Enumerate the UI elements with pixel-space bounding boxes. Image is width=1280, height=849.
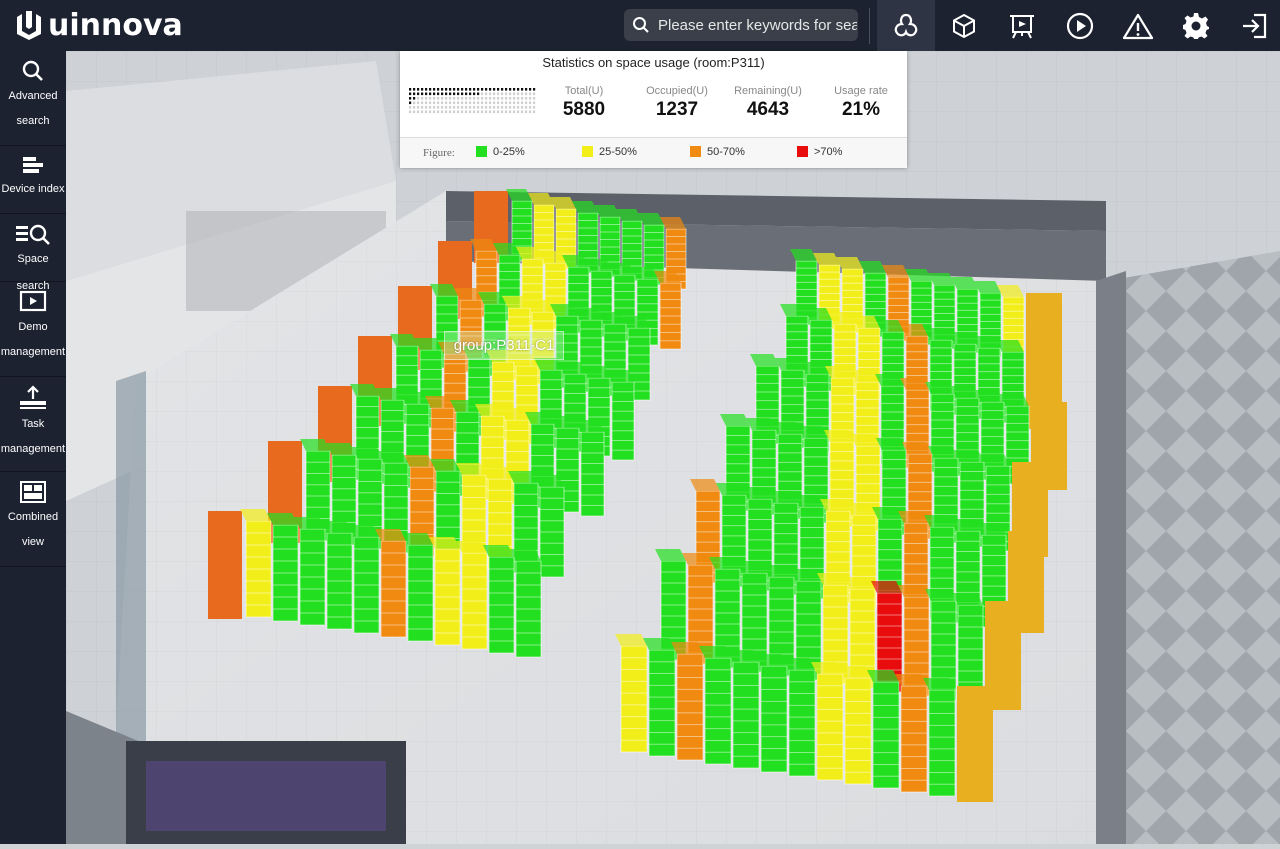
sidebar-item-space-search[interactable]: Space search	[0, 214, 66, 292]
legend-item: 25-50%	[582, 146, 637, 158]
usage-legend: Figure: 0-25% 25-50% 50-70% >70%	[400, 137, 907, 168]
brand-name: uinnova	[48, 7, 183, 43]
stat-label: Total(U)	[564, 85, 604, 97]
stat-remaining: Remaining(U) 4643	[723, 85, 813, 121]
index-icon	[23, 157, 43, 173]
space-search-icon	[16, 224, 50, 245]
legend-swatch	[797, 146, 808, 157]
sidebar-item-label: Advanced	[8, 90, 58, 102]
space-usage-panel: Statistics on space usage (room:P311) To…	[400, 51, 907, 168]
legend-item: 0-25%	[476, 146, 525, 158]
legend-swatch	[476, 146, 487, 157]
logout-icon	[1243, 13, 1267, 38]
stat-occupied: Occupied(U) 1237	[632, 85, 722, 121]
sidebar-item-label: Combined	[7, 511, 59, 523]
legend-label: 50-70%	[707, 146, 745, 158]
search-input[interactable]	[656, 15, 858, 35]
presentation-button[interactable]	[993, 0, 1051, 51]
sidebar-item-label: Task	[21, 418, 45, 430]
stat-usage-rate: Usage rate 21%	[816, 85, 906, 121]
legend-label: 0-25%	[493, 146, 525, 158]
cluster-icon	[894, 13, 918, 36]
top-bar: uinnova	[0, 0, 1280, 51]
stat-total: Total(U) 5880	[539, 85, 629, 121]
sidebar: Advanced search Device index Space searc…	[0, 51, 66, 844]
stat-label: Occupied(U)	[646, 85, 708, 97]
demo-icon	[19, 290, 47, 312]
logo[interactable]: uinnova	[14, 7, 183, 43]
sidebar-item-label: view	[21, 536, 44, 548]
search-box[interactable]	[624, 9, 858, 41]
stat-value: 5880	[562, 99, 606, 120]
sidebar-item-demo-management[interactable]: Demo management	[0, 282, 66, 377]
sidebar-item-device-index[interactable]: Device index	[0, 146, 66, 214]
legend-swatch	[582, 146, 593, 157]
stat-value: 1237	[655, 99, 699, 120]
sidebar-item-label: Demo	[18, 321, 48, 333]
sidebar-item-combined-view[interactable]: Combined view	[0, 472, 66, 567]
sidebar-item-label: search	[16, 115, 50, 127]
group-label: group:P311-C1	[444, 331, 564, 360]
legend-label: >70%	[814, 146, 843, 158]
play-icon	[1066, 12, 1094, 39]
cabinet-end	[208, 511, 242, 619]
cabinet-end	[957, 686, 993, 802]
sidebar-item-label: Device index	[1, 183, 65, 195]
gear-icon	[1183, 12, 1209, 39]
task-icon	[20, 385, 46, 409]
presentation-icon	[1010, 14, 1034, 38]
legend-swatch	[690, 146, 701, 157]
logo-icon	[17, 11, 41, 40]
play-button[interactable]	[1051, 0, 1109, 51]
sidebar-item-advanced-search[interactable]: Advanced search	[0, 51, 66, 146]
sidebar-item-label: management	[0, 443, 66, 455]
legend-item: >70%	[797, 146, 842, 158]
stat-label: Remaining(U)	[734, 85, 802, 97]
logout-button[interactable]	[1225, 0, 1280, 51]
panel-title: Statistics on space usage (room:P311)	[542, 55, 765, 70]
search-icon	[633, 17, 649, 33]
alarm-button[interactable]	[1109, 0, 1167, 51]
usage-mini-icon	[409, 88, 536, 114]
toolbar-divider	[869, 8, 870, 44]
settings-button[interactable]	[1167, 0, 1225, 51]
room-scene[interactable]	[66, 51, 1280, 844]
cube-icon	[953, 13, 975, 38]
legend-title: Figure:	[423, 147, 455, 159]
legend-label: 25-50%	[599, 146, 637, 158]
3d-view-button[interactable]	[935, 0, 993, 51]
stat-value: 4643	[746, 99, 790, 120]
combined-view-icon	[20, 481, 46, 503]
stat-label: Usage rate	[834, 85, 888, 97]
cluster-button[interactable]	[877, 0, 935, 51]
room-3d-view[interactable]: group:P311-C1	[66, 51, 1280, 844]
sidebar-item-task-management[interactable]: Task management	[0, 377, 66, 472]
search-icon	[22, 60, 43, 81]
stat-value: 21%	[841, 99, 881, 120]
warning-icon	[1122, 13, 1154, 39]
sidebar-item-label: management	[0, 346, 66, 358]
legend-item: 50-70%	[690, 146, 745, 158]
